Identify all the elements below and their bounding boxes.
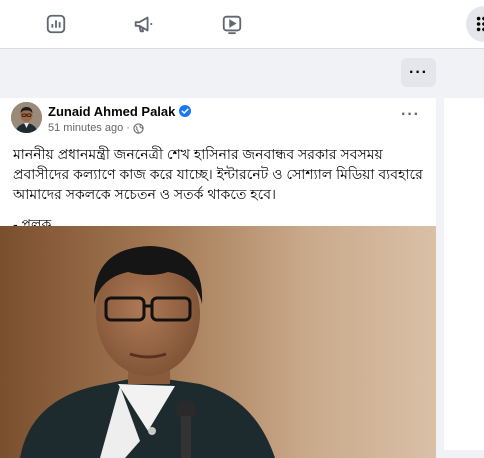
megaphone-icon[interactable] (131, 12, 155, 36)
post-photo[interactable] (0, 226, 436, 458)
page-more-button[interactable]: ··· (401, 58, 436, 87)
insights-icon[interactable] (44, 12, 68, 36)
video-play-icon[interactable] (220, 12, 244, 36)
post-body: মাননীয় প্রধানমন্ত্রী জননেত্রী শেখ হাসিন… (13, 144, 427, 234)
verified-badge-icon (179, 105, 192, 117)
globe-icon (133, 122, 144, 134)
avatar[interactable] (11, 102, 42, 133)
post-meta: 51 minutes ago · (48, 122, 144, 134)
right-panel (444, 98, 484, 450)
post-text-paragraph: মাননীয় প্রধানমন্ত্রী জননেত্রী শেখ হাসিন… (13, 146, 423, 202)
post-timestamp[interactable]: 51 minutes ago (48, 122, 123, 134)
post-card: Zunaid Ahmed Palak 51 minutes ago · ··· … (0, 98, 436, 458)
post-options-button[interactable]: ··· (401, 106, 420, 124)
top-nav-bar (0, 0, 484, 49)
post-author-name[interactable]: Zunaid Ahmed Palak (48, 104, 192, 119)
grid-menu-icon[interactable] (466, 6, 484, 42)
author-name-text[interactable]: Zunaid Ahmed Palak (48, 104, 175, 119)
meta-separator: · (126, 122, 130, 134)
